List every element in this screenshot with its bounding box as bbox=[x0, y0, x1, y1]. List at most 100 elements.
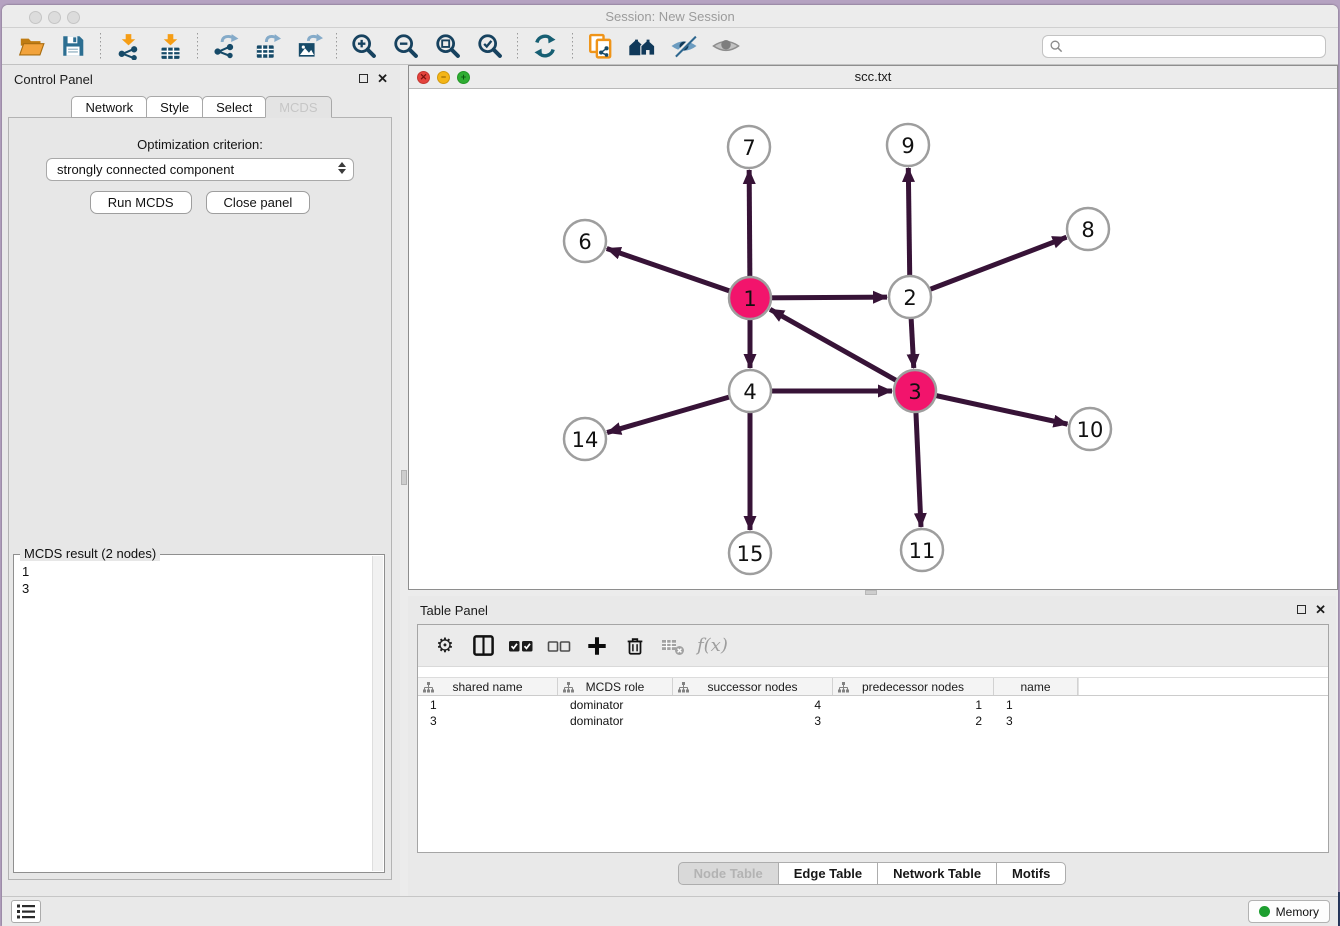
graph-node-8[interactable]: 8 bbox=[1067, 208, 1109, 250]
table-panel-tabs: Node Table Edge Table Network Table Moti… bbox=[408, 862, 1336, 885]
search-input[interactable] bbox=[1064, 36, 1325, 57]
mcds-result-item[interactable]: 1 bbox=[22, 563, 370, 580]
delete-row-trash-icon[interactable] bbox=[621, 631, 649, 661]
float-table-panel-icon[interactable] bbox=[1297, 605, 1306, 614]
show-all-eye-icon[interactable] bbox=[711, 31, 741, 61]
svg-text:4: 4 bbox=[743, 380, 756, 404]
zoom-selected-icon[interactable] bbox=[475, 31, 505, 61]
graph-edge-4-14[interactable] bbox=[607, 391, 750, 433]
mcds-result-scrollbar[interactable] bbox=[372, 556, 383, 871]
table-cell-successor-nodes[interactable]: 4 bbox=[673, 697, 833, 713]
node-table-container: ⚙ bbox=[417, 624, 1329, 853]
zoom-fit-icon[interactable] bbox=[433, 31, 463, 61]
optimization-criterion-select[interactable]: strongly connected component bbox=[46, 158, 354, 181]
graph-node-15[interactable]: 15 bbox=[729, 532, 771, 574]
close-table-panel-icon[interactable]: ✕ bbox=[1315, 605, 1326, 614]
graph-node-9[interactable]: 9 bbox=[887, 124, 929, 166]
open-file-icon[interactable] bbox=[16, 31, 46, 61]
hide-selected-eye-icon[interactable] bbox=[669, 31, 699, 61]
graph-node-14[interactable]: 14 bbox=[564, 418, 606, 460]
tab-style[interactable]: Style bbox=[146, 96, 203, 118]
apply-layout-refresh-icon[interactable] bbox=[530, 31, 560, 61]
column-header-MCDS-role[interactable]: MCDS role bbox=[558, 678, 673, 695]
graph-edge-1-6[interactable] bbox=[607, 249, 750, 298]
import-table-icon[interactable] bbox=[155, 31, 185, 61]
table-cell-successor-nodes[interactable]: 3 bbox=[673, 713, 833, 729]
table-cell-name[interactable]: 3 bbox=[994, 713, 1078, 729]
float-panel-icon[interactable] bbox=[359, 74, 368, 83]
tab-network-table[interactable]: Network Table bbox=[877, 862, 997, 885]
tab-motifs[interactable]: Motifs bbox=[996, 862, 1066, 885]
close-panel-icon[interactable]: ✕ bbox=[377, 74, 388, 83]
table-cell-MCDS-role[interactable]: dominator bbox=[558, 713, 673, 729]
run-mcds-button[interactable]: Run MCDS bbox=[90, 191, 192, 214]
import-network-icon[interactable] bbox=[113, 31, 143, 61]
memory-button[interactable]: Memory bbox=[1248, 900, 1330, 923]
graph-edge-3-10[interactable] bbox=[915, 391, 1068, 424]
table-cell-MCDS-role[interactable]: dominator bbox=[558, 697, 673, 713]
main-toolbar bbox=[2, 28, 1338, 65]
table-cell-shared-name[interactable]: 3 bbox=[418, 713, 558, 729]
toolbar-separator bbox=[197, 33, 198, 59]
function-builder-icon[interactable]: f(x) bbox=[697, 631, 728, 661]
table-cell-predecessor-nodes[interactable]: 1 bbox=[833, 697, 994, 713]
show-columns-icon[interactable] bbox=[469, 631, 497, 661]
tab-network[interactable]: Network bbox=[71, 96, 147, 118]
save-session-icon[interactable] bbox=[58, 31, 88, 61]
tab-mcds[interactable]: MCDS bbox=[265, 96, 331, 118]
column-header-shared-name[interactable]: shared name bbox=[418, 678, 558, 695]
task-history-button[interactable] bbox=[11, 900, 41, 923]
export-image-icon[interactable] bbox=[294, 31, 324, 61]
horizontal-splitter-grip[interactable] bbox=[865, 590, 877, 595]
table-row[interactable]: 3dominator323 bbox=[418, 713, 1328, 729]
graph-edge-2-8[interactable] bbox=[910, 237, 1067, 297]
table-cell-name[interactable]: 1 bbox=[994, 697, 1078, 713]
table-row[interactable]: 1dominator411 bbox=[418, 697, 1328, 713]
zoom-out-icon[interactable] bbox=[391, 31, 421, 61]
toolbar-separator bbox=[100, 33, 101, 59]
delete-table-icon[interactable] bbox=[659, 631, 687, 661]
column-header-successor-nodes[interactable]: successor nodes bbox=[673, 678, 833, 695]
graph-node-1[interactable]: 1 bbox=[729, 277, 771, 319]
memory-status-dot-icon bbox=[1259, 906, 1270, 917]
home-icon[interactable] bbox=[627, 31, 657, 61]
column-header-name[interactable]: name bbox=[994, 678, 1078, 695]
table-cell-shared-name[interactable]: 1 bbox=[418, 697, 558, 713]
add-row-icon[interactable] bbox=[583, 631, 611, 661]
search-icon bbox=[1049, 39, 1064, 54]
export-network-icon[interactable] bbox=[210, 31, 240, 61]
table-cell-predecessor-nodes[interactable]: 2 bbox=[833, 713, 994, 729]
zoom-in-icon[interactable] bbox=[349, 31, 379, 61]
tab-edge-table[interactable]: Edge Table bbox=[778, 862, 878, 885]
network-from-selection-icon[interactable] bbox=[585, 31, 615, 61]
graph-node-10[interactable]: 10 bbox=[1069, 408, 1111, 450]
close-panel-button[interactable]: Close panel bbox=[206, 191, 311, 214]
graph-node-3[interactable]: 3 bbox=[894, 370, 936, 412]
search-box[interactable] bbox=[1042, 35, 1326, 58]
table-settings-gear-icon[interactable]: ⚙ bbox=[431, 631, 459, 661]
graph-node-7[interactable]: 7 bbox=[728, 126, 770, 168]
unselect-all-rows-icon[interactable] bbox=[545, 631, 573, 661]
export-table-icon[interactable] bbox=[252, 31, 282, 61]
splitter-grip[interactable] bbox=[401, 470, 407, 485]
network-canvas[interactable]: 1 2 3 4 6 7 8 9 10 11 14 15 bbox=[409, 89, 1337, 589]
graph-node-6[interactable]: 6 bbox=[564, 220, 606, 262]
toolbar-separator bbox=[572, 33, 573, 59]
network-window-titlebar: ✕ − + scc.txt bbox=[409, 66, 1337, 89]
column-header-predecessor-nodes[interactable]: predecessor nodes bbox=[833, 678, 994, 695]
mcds-result-item[interactable]: 3 bbox=[22, 580, 370, 597]
control-panel-header: Control Panel ✕ bbox=[2, 68, 400, 92]
network-window-title: scc.txt bbox=[409, 69, 1337, 84]
graph-node-4[interactable]: 4 bbox=[729, 370, 771, 412]
tab-select[interactable]: Select bbox=[202, 96, 266, 118]
graph-node-11[interactable]: 11 bbox=[901, 529, 943, 571]
svg-text:6: 6 bbox=[578, 230, 591, 254]
vertical-splitter[interactable] bbox=[400, 65, 408, 896]
mcds-result-list[interactable]: 13 bbox=[22, 563, 370, 870]
select-all-rows-icon[interactable] bbox=[507, 631, 535, 661]
toolbar-separator bbox=[336, 33, 337, 59]
graph-node-2[interactable]: 2 bbox=[889, 276, 931, 318]
mcds-result-group: MCDS result (2 nodes) 13 bbox=[13, 554, 385, 873]
tab-node-table[interactable]: Node Table bbox=[678, 862, 779, 885]
graph-edge-3-1[interactable] bbox=[770, 309, 915, 391]
